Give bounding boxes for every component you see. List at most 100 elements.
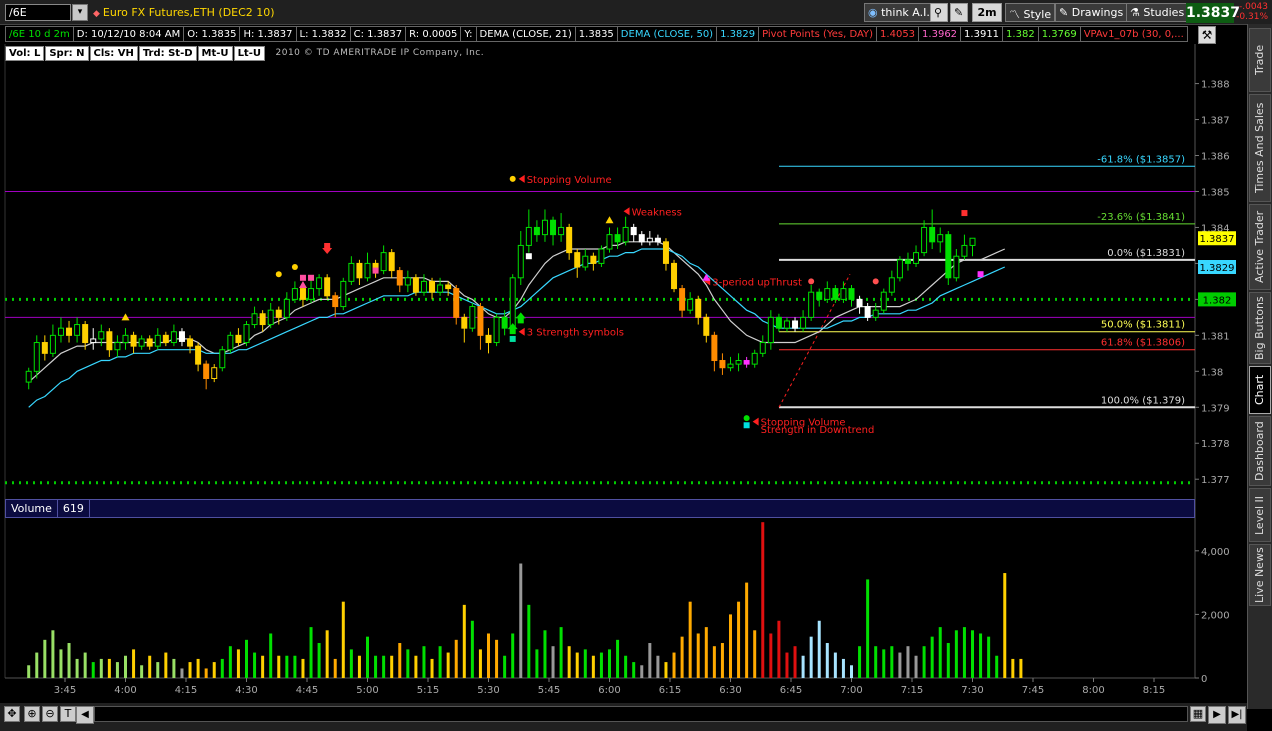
horizontal-levels [4, 44, 1196, 679]
candle-body [404, 277, 411, 286]
volume-bar [349, 649, 353, 678]
bottom-toolbar: ✥ ⊕ ⊖ T ◀ ▦ ▶ ▶| [0, 703, 1247, 731]
tab-chart[interactable]: Chart [1249, 366, 1271, 414]
volume-bar [220, 658, 224, 678]
tab-level-ii[interactable]: Level II [1249, 488, 1271, 542]
volume-bar [245, 639, 248, 678]
tab-trade[interactable]: Trade [1249, 28, 1271, 92]
candle-body [308, 288, 315, 300]
volume-bar [382, 655, 386, 678]
signal-up-arrow-icon [515, 312, 526, 324]
dema21-line [28, 241, 1006, 383]
tab-times-and-sales[interactable]: Times And Sales [1249, 94, 1271, 202]
candle-body [904, 259, 911, 264]
candle-body [90, 338, 97, 344]
zoom-in-icon[interactable]: ⊕ [24, 706, 40, 722]
volume-bar [1019, 658, 1023, 678]
grip-icon[interactable]: ▦ [1190, 706, 1206, 722]
volume-bar [850, 665, 853, 678]
candle-body [340, 280, 347, 308]
price-tick-label: 1.385 [1201, 187, 1230, 198]
volume-tick-label: 2,000 [1201, 610, 1230, 621]
candle-body [41, 342, 48, 354]
volume-bar [374, 655, 378, 678]
volume-bar [648, 643, 652, 678]
price-tick-label: 1.387 [1201, 116, 1230, 127]
annotations: Stopping Volume Weakness 3-period upThrust… [121, 174, 984, 436]
candle-body [324, 277, 331, 297]
volume-bar [898, 652, 902, 678]
signal-dot-icon [509, 175, 516, 182]
volume-bar [704, 627, 708, 678]
time-scrollbar[interactable] [94, 706, 1188, 722]
candle-body [517, 244, 524, 279]
candle-body [582, 255, 589, 268]
volume-bar [124, 655, 127, 678]
candle-body [525, 226, 532, 246]
volume-bar [253, 652, 257, 678]
signal-triangle-icon [605, 216, 614, 224]
candle-body [57, 327, 64, 336]
candle-body [880, 291, 887, 311]
scroll-end-icon[interactable]: ▶| [1228, 706, 1246, 724]
scroll-left-icon[interactable]: ◀ [76, 706, 94, 724]
candle-body [541, 219, 548, 236]
volume-bar [204, 668, 208, 678]
candle-body [808, 291, 815, 318]
volume-bar [212, 662, 216, 678]
moving-averages [28, 241, 1006, 408]
volume-bar [188, 662, 192, 678]
candle-body [711, 334, 718, 362]
tab-active-trader[interactable]: Active Trader [1249, 204, 1271, 290]
volume-bar [454, 639, 458, 678]
candle-body [630, 226, 637, 236]
fib-level-label: 50.0% ($1.3811) [1101, 320, 1185, 331]
volume-bar [325, 630, 329, 678]
volume-bar [35, 652, 39, 678]
volume-bar [833, 652, 837, 678]
scroll-right-icon[interactable]: ▶ [1208, 706, 1226, 724]
volume-bar [640, 665, 644, 678]
candle-body [154, 334, 161, 347]
tab-dashboard[interactable]: Dashboard [1249, 416, 1271, 486]
signal-square-icon [961, 210, 968, 217]
zoom-out-icon[interactable]: ⊖ [42, 706, 58, 722]
tab-live-news[interactable]: Live News [1249, 544, 1271, 606]
time-toggle-button[interactable]: T [60, 706, 76, 722]
volume-bar [180, 668, 184, 678]
candle-body [275, 309, 282, 318]
price-chart[interactable]: -61.8% ($1.3857) -23.6% ($1.3841) 0.0% ($1… [0, 0, 1247, 703]
candle-body [299, 288, 306, 300]
volume-bar [132, 649, 136, 678]
candle-body [832, 288, 839, 300]
candle-body [840, 288, 847, 300]
candle-body [283, 298, 290, 318]
candle-body [937, 234, 944, 243]
candle-body [945, 234, 952, 279]
volume-bar [906, 646, 910, 678]
candle-body [437, 284, 444, 293]
time-tick-label: 4:00 [114, 685, 136, 696]
candle-body [332, 295, 339, 308]
candle-body [396, 270, 403, 286]
crosshair-icon[interactable]: ✥ [4, 706, 20, 722]
tab-big-buttons[interactable]: Big Buttons [1249, 292, 1271, 364]
candle-body [49, 334, 56, 354]
candle-body [614, 234, 621, 243]
time-tick-label: 5:30 [477, 685, 499, 696]
signal-dot-icon [872, 278, 879, 285]
candle-body [187, 338, 194, 347]
candle-body [203, 363, 210, 380]
volume-bar [761, 522, 765, 678]
time-tick-label: 8:00 [1082, 685, 1104, 696]
time-tick-label: 6:15 [659, 685, 681, 696]
candle-body [162, 334, 169, 344]
candle-body [267, 309, 274, 326]
candle-body [913, 252, 920, 264]
candle-body [759, 342, 766, 354]
volume-bar [769, 633, 773, 678]
volume-bar [672, 652, 676, 678]
price-tick-label: 1.381 [1201, 331, 1230, 342]
volume-bar [228, 646, 232, 678]
volume-bar [599, 652, 603, 678]
